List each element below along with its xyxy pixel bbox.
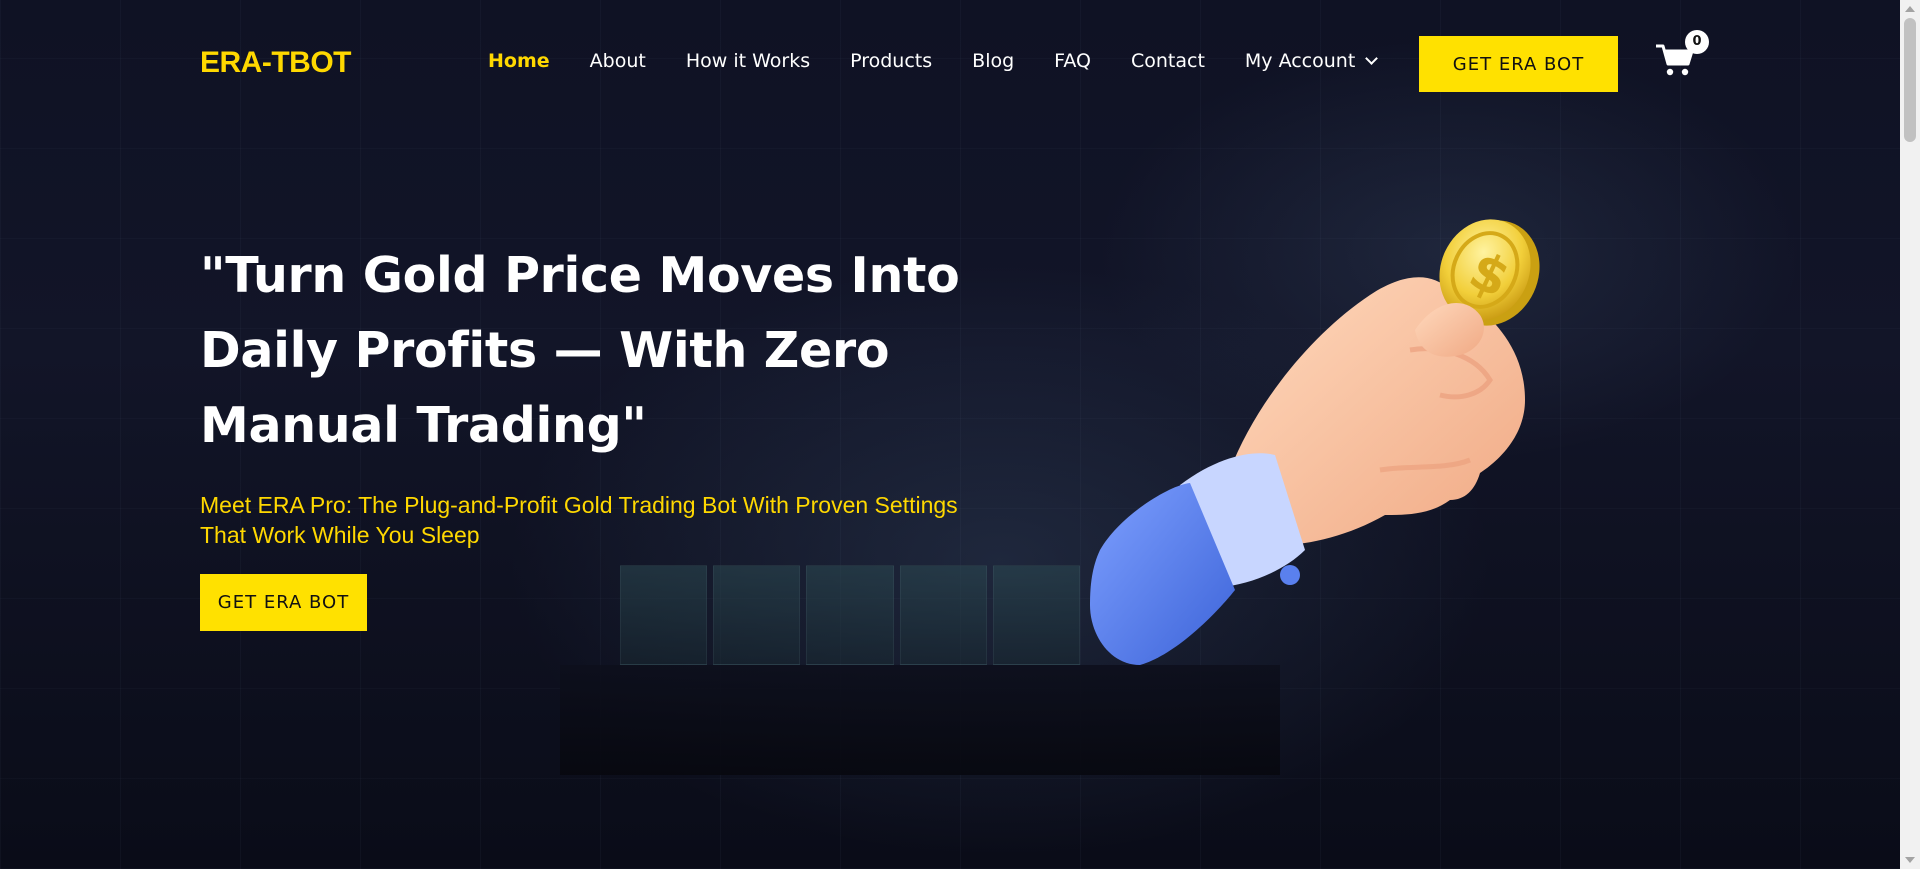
- scroll-thumb[interactable]: [1904, 18, 1916, 142]
- my-account-label: My Account: [1244, 50, 1356, 72]
- nav-item-faq[interactable]: FAQ: [1054, 50, 1091, 72]
- hand-holding-coin-illustration: $: [1090, 219, 1540, 665]
- nav-item-contact[interactable]: Contact: [1131, 50, 1205, 72]
- cart-count-badge: 0: [1685, 30, 1709, 54]
- chevron-down-icon: [1365, 52, 1379, 65]
- hero-title: "Turn Gold Price Moves Into Daily Profit…: [200, 247, 960, 454]
- nav-item-home[interactable]: Home: [488, 50, 550, 72]
- brand-logo[interactable]: ERA-TBOT: [200, 46, 351, 80]
- scroll-down-arrow-icon[interactable]: [1905, 857, 1915, 863]
- nav-item-my-account[interactable]: My Account: [1244, 50, 1379, 72]
- nav-item-blog[interactable]: Blog: [972, 50, 1014, 72]
- scroll-up-arrow-icon[interactable]: [1905, 6, 1915, 12]
- hero-get-era-bot-button[interactable]: GET ERA BOT: [200, 574, 367, 631]
- background-desk: [560, 665, 1280, 775]
- vertical-scrollbar[interactable]: [1900, 0, 1920, 869]
- header-get-era-bot-button[interactable]: GET ERA BOT: [1419, 36, 1618, 92]
- background-monitors: [620, 565, 1081, 665]
- hero-subtitle: Meet ERA Pro: The Plug-and-Profit Gold T…: [200, 492, 958, 548]
- site-header: ERA-TBOT Home About How it Works Product…: [0, 0, 1900, 125]
- nav-item-products[interactable]: Products: [850, 50, 932, 72]
- nav-item-how-it-works[interactable]: How it Works: [686, 50, 810, 72]
- main-nav: Home About How it Works Products Blog FA…: [488, 50, 1379, 72]
- nav-item-about[interactable]: About: [590, 50, 646, 72]
